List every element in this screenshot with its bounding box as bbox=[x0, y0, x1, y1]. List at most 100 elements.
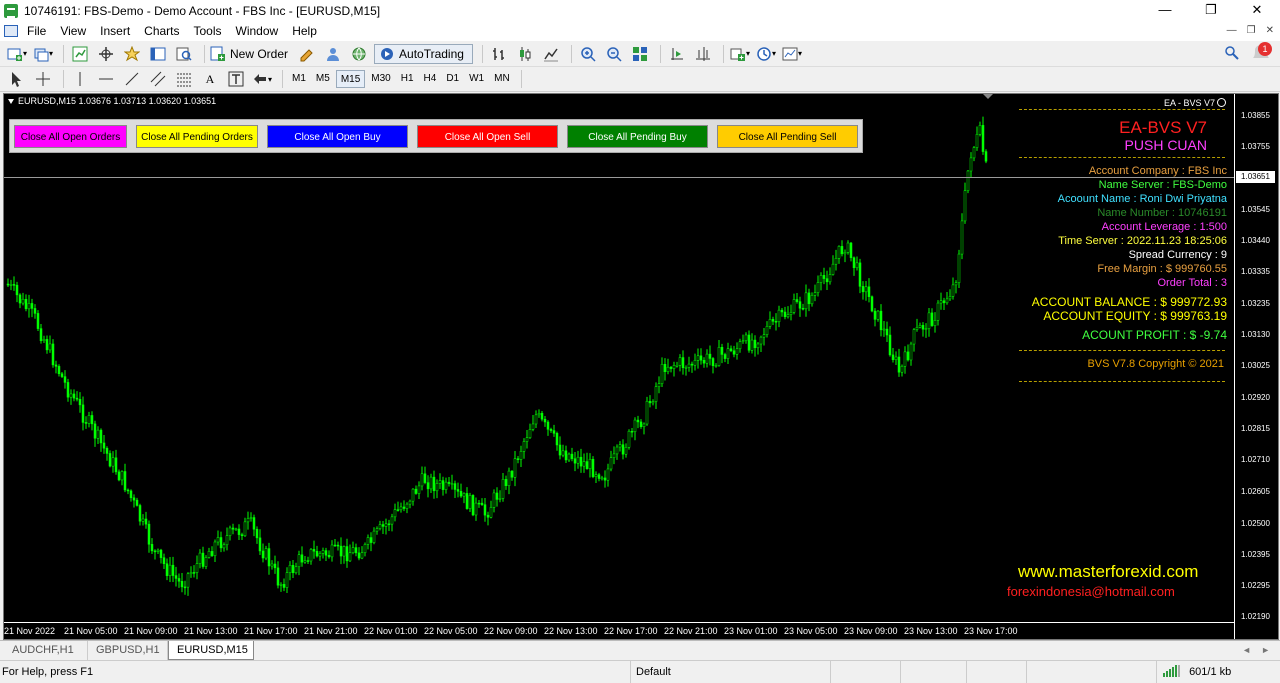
time-axis[interactable]: 21 Nov 2022 21 Nov 05:00 21 Nov 09:00 21… bbox=[4, 622, 1234, 639]
timeframe-m5[interactable]: M5 bbox=[312, 70, 334, 88]
timeframe-m15[interactable]: M15 bbox=[335, 70, 366, 88]
trendline-icon[interactable] bbox=[121, 69, 143, 89]
candle-body bbox=[303, 560, 307, 563]
price-tick: 1.03025 bbox=[1241, 361, 1270, 370]
candle-body bbox=[699, 355, 703, 361]
candle-body bbox=[330, 544, 334, 558]
profiles-button[interactable]: ▾ bbox=[32, 44, 54, 64]
search-icon[interactable] bbox=[1224, 45, 1240, 64]
minimize-button[interactable]: — bbox=[1142, 0, 1188, 21]
menu-window[interactable]: Window bbox=[229, 24, 286, 38]
close-button[interactable]: ✕ bbox=[1234, 0, 1280, 21]
chart-shift-icon[interactable] bbox=[692, 44, 714, 64]
menu-view[interactable]: View bbox=[53, 24, 93, 38]
close-all-pending-buy-button[interactable]: Close All Pending Buy bbox=[567, 125, 708, 148]
fibonacci-icon[interactable] bbox=[173, 69, 195, 89]
candle-body bbox=[87, 415, 91, 424]
candle-body bbox=[216, 537, 220, 543]
candle-body bbox=[312, 549, 316, 552]
close-all-pending-sell-button[interactable]: Close All Pending Sell bbox=[717, 125, 858, 148]
tab-gbpusd-h1[interactable]: GBPUSD,H1 bbox=[88, 641, 168, 660]
crosshair-icon[interactable] bbox=[32, 69, 54, 89]
arrows-icon[interactable]: ▾ bbox=[251, 69, 273, 89]
vertical-line-icon[interactable] bbox=[69, 69, 91, 89]
strategy-tester-icon[interactable] bbox=[173, 44, 195, 64]
market-icon[interactable] bbox=[348, 44, 370, 64]
mdi-restore-button[interactable]: ❐ bbox=[1247, 21, 1256, 41]
metaeditor-icon[interactable] bbox=[296, 44, 318, 64]
text-icon[interactable]: A bbox=[199, 69, 221, 89]
text-label-icon[interactable] bbox=[225, 69, 247, 89]
tile-windows-icon[interactable] bbox=[629, 44, 651, 64]
close-all-open-orders-button[interactable]: Close All Open Orders bbox=[14, 125, 127, 148]
close-all-open-sell-button[interactable]: Close All Open Sell bbox=[417, 125, 558, 148]
new-order-button[interactable]: New Order bbox=[210, 44, 292, 64]
menu-help[interactable]: Help bbox=[285, 24, 324, 38]
menu-tools[interactable]: Tools bbox=[187, 24, 229, 38]
candle-body bbox=[30, 303, 34, 309]
notifications-icon[interactable]: 1 bbox=[1250, 42, 1272, 64]
tab-scroll-arrows[interactable]: ◄ ► bbox=[1242, 641, 1270, 660]
candle-body bbox=[105, 447, 109, 454]
autotrading-button[interactable]: AutoTrading bbox=[374, 43, 473, 64]
price-tick: 1.02295 bbox=[1241, 581, 1270, 590]
timeframe-m30[interactable]: M30 bbox=[367, 70, 394, 88]
data-window-icon[interactable] bbox=[95, 44, 117, 64]
signals-icon[interactable] bbox=[322, 44, 344, 64]
price-tick: 1.03335 bbox=[1241, 267, 1270, 276]
chart-shift-marker[interactable] bbox=[983, 94, 993, 99]
zoom-in-icon[interactable] bbox=[577, 44, 599, 64]
restore-button[interactable]: ❐ bbox=[1188, 0, 1234, 21]
account-equity: ACCOUNT EQUITY : $ 999763.19 bbox=[1043, 309, 1227, 323]
price-axis[interactable]: 1.03855 1.03755 1.03651 1.03545 1.03440 … bbox=[1234, 94, 1278, 639]
timeframe-m1[interactable]: M1 bbox=[288, 70, 310, 88]
timeframe-w1[interactable]: W1 bbox=[465, 70, 488, 88]
candle-body bbox=[90, 415, 94, 425]
candle-body bbox=[375, 528, 379, 532]
timeframe-h4[interactable]: H4 bbox=[420, 70, 441, 88]
candle-body bbox=[531, 423, 535, 430]
templates-icon[interactable]: ▾ bbox=[781, 44, 803, 64]
timeframe-h1[interactable]: H1 bbox=[397, 70, 418, 88]
cursor-icon[interactable] bbox=[6, 69, 28, 89]
close-all-open-buy-button[interactable]: Close All Open Buy bbox=[267, 125, 408, 148]
market-watch-icon[interactable] bbox=[69, 44, 91, 64]
candle-body bbox=[402, 506, 406, 509]
auto-scroll-icon[interactable] bbox=[666, 44, 688, 64]
line-chart-icon[interactable] bbox=[540, 44, 562, 64]
menu-insert[interactable]: Insert bbox=[93, 24, 137, 38]
candle-body bbox=[390, 516, 394, 525]
candle-body bbox=[291, 564, 295, 574]
tab-eurusd-m15[interactable]: EURUSD,M15 bbox=[168, 641, 254, 660]
candle-body bbox=[204, 557, 208, 567]
navigator-icon[interactable] bbox=[121, 44, 143, 64]
timeframe-mn[interactable]: MN bbox=[490, 70, 514, 88]
candle-body bbox=[957, 253, 961, 283]
horizontal-line-icon[interactable] bbox=[95, 69, 117, 89]
ea-name: EA - BVS V7 bbox=[1163, 98, 1215, 108]
current-price-line bbox=[4, 177, 1235, 178]
menu-charts[interactable]: Charts bbox=[137, 24, 186, 38]
close-all-pending-orders-button[interactable]: Close All Pending Orders bbox=[136, 125, 258, 148]
candlestick-chart-icon[interactable] bbox=[514, 44, 536, 64]
bar-chart-icon[interactable] bbox=[488, 44, 510, 64]
candle-body bbox=[729, 348, 733, 352]
periods-icon[interactable]: ▾ bbox=[755, 44, 777, 64]
candle-body bbox=[336, 544, 340, 547]
chart-window-icon[interactable] bbox=[4, 25, 18, 37]
new-chart-button[interactable]: ▾ bbox=[6, 44, 28, 64]
indicators-icon[interactable]: ▾ bbox=[729, 44, 751, 64]
mdi-minimize-button[interactable]: — bbox=[1227, 21, 1237, 41]
tab-audchf-h1[interactable]: AUDCHF,H1 bbox=[4, 641, 88, 660]
candle-body bbox=[525, 437, 529, 442]
zoom-out-icon[interactable] bbox=[603, 44, 625, 64]
equidistant-channel-icon[interactable] bbox=[147, 69, 169, 89]
mdi-close-button[interactable]: ✕ bbox=[1266, 21, 1274, 41]
terminal-icon[interactable] bbox=[147, 44, 169, 64]
candle-body bbox=[420, 473, 424, 487]
candle-body bbox=[195, 563, 199, 573]
chart-window[interactable]: EURUSD,M15 1.03676 1.03713 1.03620 1.036… bbox=[3, 93, 1279, 640]
candle-body bbox=[183, 586, 187, 589]
timeframe-d1[interactable]: D1 bbox=[442, 70, 463, 88]
menu-file[interactable]: File bbox=[20, 24, 53, 38]
